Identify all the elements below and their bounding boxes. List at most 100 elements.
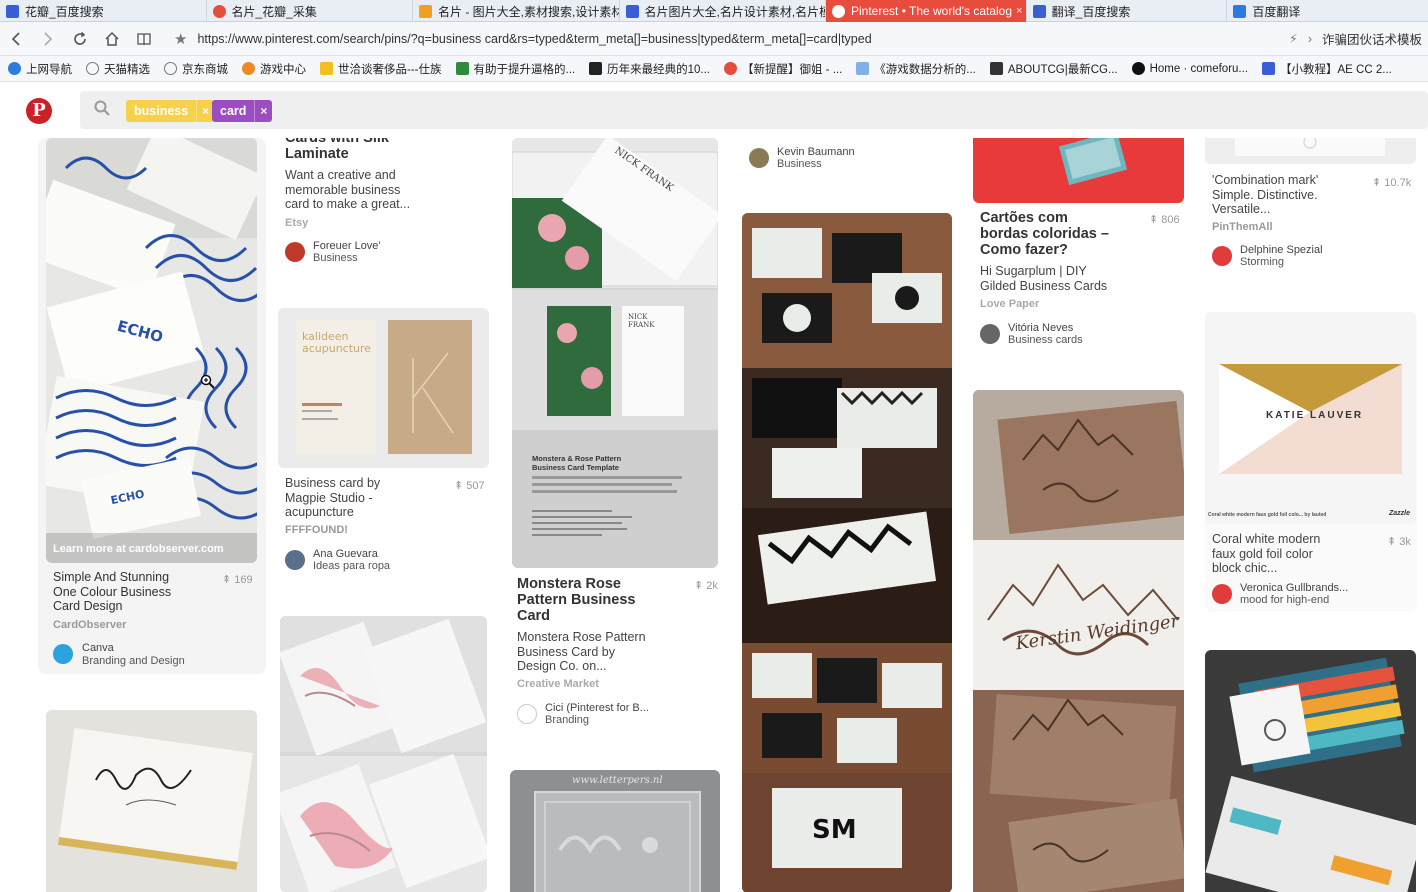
- pin-image[interactable]: ECHO ECHO Learn more at cardobserver.com: [46, 138, 257, 563]
- pin-source[interactable]: CardObserver: [53, 619, 126, 631]
- tab-baidu-search[interactable]: 花瓣_百度搜索: [0, 0, 207, 22]
- pin-card[interactable]: [280, 616, 487, 892]
- pin-icon: ⇞: [1387, 536, 1400, 548]
- bookmark-item[interactable]: 天猫精选: [86, 61, 150, 77]
- pin-image[interactable]: kalideen acupuncture: [278, 308, 489, 468]
- bookmark-item[interactable]: 游戏中心: [242, 61, 306, 77]
- url-field[interactable]: ★ https://www.pinterest.com/search/pins/…: [174, 26, 1234, 52]
- avatar[interactable]: [517, 704, 537, 724]
- pin-save-count: ⇞ 507: [454, 480, 485, 492]
- pin-card[interactable]: kalideen acupuncture Business card by Ma…: [278, 308, 489, 578]
- pin-card[interactable]: [46, 710, 257, 892]
- pin-save-count: ⇞ 10.7k: [1372, 177, 1412, 189]
- bookmark-item[interactable]: 京东商城: [164, 61, 228, 77]
- avatar[interactable]: [749, 148, 769, 168]
- pin-card[interactable]: KATIE LAUVER Coral white modern faux gol…: [1205, 312, 1417, 612]
- avatar[interactable]: [980, 324, 1000, 344]
- pin-image[interactable]: www.letterpers.nl: [510, 770, 720, 892]
- bookmark-item[interactable]: 上网导航: [8, 61, 72, 77]
- pin-source[interactable]: PinThemAll: [1212, 221, 1273, 233]
- board-name[interactable]: Storming: [1240, 256, 1284, 269]
- lightning-icon[interactable]: ⚡: [1289, 31, 1298, 46]
- pin-card[interactable]: [1205, 650, 1416, 892]
- search-tag-card[interactable]: card ×: [212, 100, 273, 122]
- pin-image[interactable]: Kerstin Weidinger: [973, 390, 1184, 892]
- svg-text:acupuncture: acupuncture: [302, 342, 371, 355]
- pin-card[interactable]: 'Combination mark' Simple. Distinctive. …: [1205, 138, 1417, 278]
- bookmark-item[interactable]: 【小教程】AE CC 2...: [1262, 61, 1392, 77]
- pin-image[interactable]: [46, 710, 257, 892]
- bookmark-item[interactable]: 世洽谈奢侈品---仕族: [320, 61, 442, 77]
- tab-label: 名片 - 图片大全,素材搜索,设计素材...: [438, 4, 620, 19]
- search-bar[interactable]: business × card ×: [80, 91, 1428, 129]
- signature-card-artwork: [58, 728, 253, 870]
- pin-card[interactable]: SM: [742, 213, 952, 892]
- pin-card[interactable]: NICK FRANK Monstera & Rose Pattern Busin…: [510, 138, 720, 738]
- pin-image[interactable]: KATIE LAUVER Coral white modern faux gol…: [1205, 312, 1416, 524]
- pin-source[interactable]: Creative Market: [517, 678, 599, 690]
- bookmark-item[interactable]: 历年来最经典的10...: [589, 61, 710, 77]
- nav-right-tools: ⚡ › 诈骗团伙话术模板: [1289, 29, 1428, 48]
- pin-card[interactable]: www.letterpers.nl: [510, 770, 720, 892]
- tab-card-templates[interactable]: 名片图片大全,名片设计素材,名片模板: [620, 0, 826, 22]
- globe-icon: [86, 62, 99, 75]
- board-name[interactable]: Business cards: [1008, 334, 1083, 347]
- reader-icon[interactable]: [128, 22, 160, 56]
- game-icon: [242, 62, 255, 75]
- board-name[interactable]: Business: [313, 252, 358, 265]
- pinner-name[interactable]: Canva: [82, 642, 114, 655]
- pin-card[interactable]: ECHO ECHO Learn more at cardobserver.com…: [38, 138, 266, 674]
- tab-pinterest[interactable]: Pinterest • The world's catalog ×: [826, 0, 1027, 22]
- bookmark-item[interactable]: 【新提醒】御姐 - ...: [723, 61, 842, 77]
- board-name[interactable]: mood for high-end: [1240, 594, 1329, 607]
- image-overlay-text[interactable]: Learn more at cardobserver.com: [53, 543, 224, 555]
- avatar[interactable]: [1212, 584, 1232, 604]
- avatar[interactable]: [1212, 246, 1232, 266]
- reload-icon[interactable]: [64, 22, 96, 56]
- bookmark-item[interactable]: 《游戏数据分析的...: [856, 61, 976, 77]
- pin-card[interactable]: Cartões com bordas coloridas – Como faze…: [973, 138, 1185, 358]
- pin-image[interactable]: [1205, 650, 1416, 892]
- pin-image[interactable]: NICK FRANK Monstera & Rose Pattern Busin…: [512, 138, 718, 568]
- pin-source[interactable]: FFFFOUND!: [285, 524, 348, 536]
- bookmark-item[interactable]: 有助于提升逼格的...: [455, 61, 575, 77]
- pin-image[interactable]: SM: [742, 213, 952, 892]
- tab-huaban[interactable]: 名片_花瓣_采集: [207, 0, 413, 22]
- tab-baidu-translate[interactable]: 百度翻译: [1227, 0, 1428, 22]
- pin-card[interactable]: Cards with Silk Laminate Want a creative…: [278, 138, 489, 268]
- pin-image[interactable]: [280, 616, 487, 892]
- board-name[interactable]: Branding: [545, 714, 589, 727]
- remove-tag-icon[interactable]: ×: [254, 100, 272, 122]
- tab-label: 翻译_百度搜索: [1051, 4, 1131, 19]
- pin-icon: ⇞: [222, 574, 235, 586]
- avatar[interactable]: [53, 644, 73, 664]
- card-name-text: KATIE LAUVER: [1266, 410, 1364, 421]
- search-tag-business[interactable]: business ×: [126, 100, 215, 122]
- bookmark-item[interactable]: Home · comeforu...: [1131, 62, 1248, 75]
- pin-source[interactable]: Love Paper: [980, 298, 1039, 310]
- tab-image-search[interactable]: 名片 - 图片大全,素材搜索,设计素材...: [413, 0, 620, 22]
- board-name[interactable]: Ideas para ropa: [313, 560, 390, 573]
- pin-card[interactable]: Kevin Baumann Business: [742, 138, 952, 188]
- tab-translate-search[interactable]: 翻译_百度搜索: [1027, 0, 1228, 22]
- home-icon[interactable]: [96, 22, 128, 56]
- chevron-right-icon[interactable]: ›: [1308, 32, 1312, 46]
- avatar[interactable]: [285, 550, 305, 570]
- bookmark-icon: [8, 62, 21, 75]
- tab-label: 百度翻译: [1252, 4, 1301, 19]
- pin-source[interactable]: Etsy: [285, 217, 308, 229]
- search-box-text[interactable]: 诈骗团伙话术模板: [1322, 29, 1422, 48]
- pinterest-logo-icon[interactable]: P: [26, 98, 52, 124]
- forward-icon[interactable]: [32, 22, 64, 56]
- pin-image[interactable]: [973, 138, 1184, 203]
- bookmark-item[interactable]: ABOUTCG|最新CG...: [989, 61, 1118, 77]
- board-name[interactable]: Branding and Design: [82, 655, 185, 668]
- back-icon[interactable]: [0, 22, 32, 56]
- bookmark-star-icon[interactable]: ★: [174, 30, 187, 48]
- pin-image[interactable]: [1205, 138, 1416, 164]
- board-name[interactable]: Business: [777, 158, 822, 171]
- pin-card[interactable]: Kerstin Weidinger: [973, 390, 1184, 892]
- close-tab-icon[interactable]: ×: [1012, 5, 1022, 17]
- avatar[interactable]: [285, 242, 305, 262]
- bookmark-icon: [723, 62, 737, 75]
